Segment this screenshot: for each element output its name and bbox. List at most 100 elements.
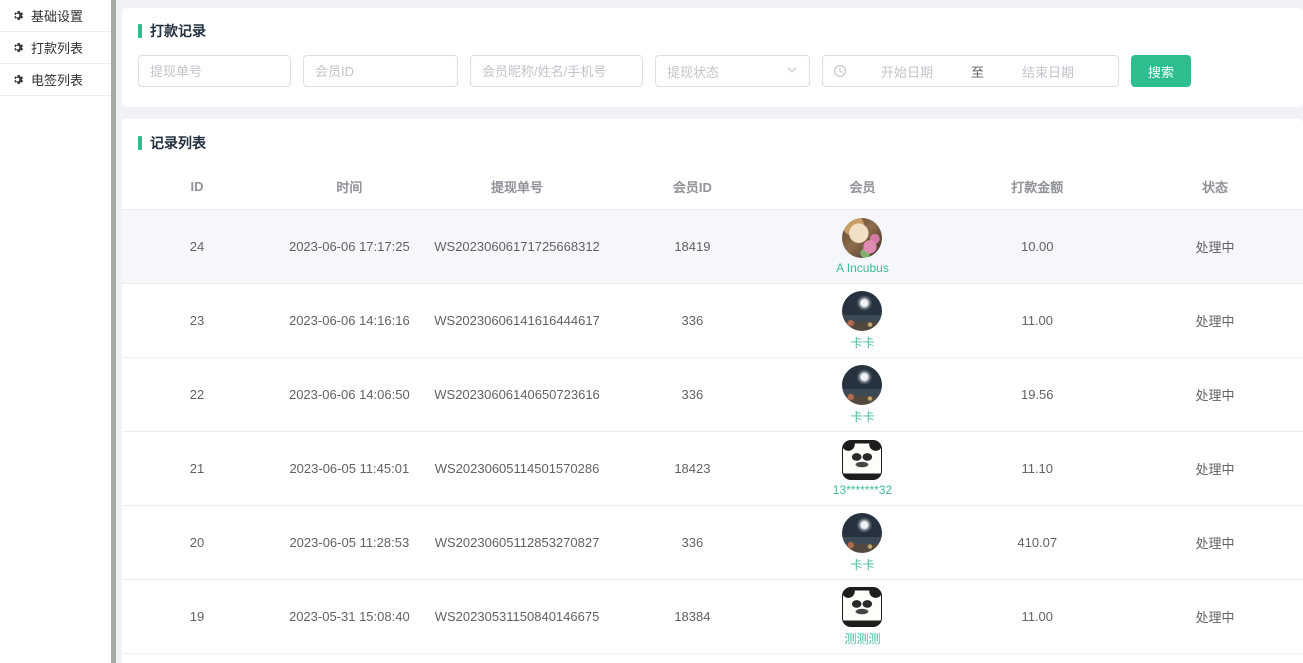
cell-status: 处理中 (1127, 358, 1303, 432)
cell-id: 21 (122, 432, 272, 506)
gear-icon (11, 73, 24, 86)
col-header-time: 时间 (272, 165, 427, 210)
sidebar-item-label: 电签列表 (31, 70, 83, 89)
member-avatar (842, 440, 882, 480)
clock-icon (833, 64, 847, 78)
cell-order-no: WS20230606171725668312 (427, 210, 608, 284)
member-name-link[interactable]: 卡卡 (850, 556, 874, 573)
col-header-status: 状态 (1127, 165, 1303, 210)
search-button[interactable]: 搜索 (1131, 55, 1191, 87)
filter-title-text: 打款记录 (150, 21, 206, 41)
end-date-placeholder[interactable]: 结束日期 (988, 62, 1108, 81)
sidebar-item-payment-list[interactable]: 打款列表 (0, 32, 111, 64)
cell-status: 处理中 (1127, 284, 1303, 358)
member-info-input[interactable] (470, 55, 643, 87)
accent-bar (138, 136, 142, 150)
table-header-row: ID 时间 提现单号 会员ID 会员 打款金额 状态 (122, 165, 1303, 210)
cell-member-id: 336 (607, 358, 777, 432)
accent-bar (138, 24, 142, 38)
sidebar-item-label: 基础设置 (31, 6, 83, 25)
cell-status: 处理中 (1127, 506, 1303, 580)
cell-amount: 10.00 (948, 210, 1128, 284)
table-row[interactable]: 242023-06-06 17:17:25WS20230606171725668… (122, 210, 1303, 284)
table-row[interactable]: 212023-06-05 11:45:01WS20230605114501570… (122, 432, 1303, 506)
date-separator: 至 (967, 62, 988, 81)
cell-time: 2023-06-05 11:28:53 (272, 506, 427, 580)
cell-order-no: WS20230531150840146675 (427, 580, 608, 654)
member-name-link[interactable]: A Incubus (836, 261, 889, 275)
cell-order-no: WS20230606140650723616 (427, 358, 608, 432)
sidebar: 基础设置 打款列表 电签列表 (0, 0, 111, 663)
records-title-text: 记录列表 (150, 133, 206, 153)
col-header-member-id: 会员ID (607, 165, 777, 210)
cell-member: 测测测 (777, 580, 947, 654)
gear-icon (11, 9, 24, 22)
withdraw-order-no-input[interactable] (138, 55, 291, 87)
cell-id: 22 (122, 358, 272, 432)
cell-member-id: 18423 (607, 432, 777, 506)
cell-amount: 11.10 (948, 432, 1128, 506)
cell-amount: 11.00 (948, 284, 1128, 358)
cell-time: 2023-06-06 17:17:25 (272, 210, 427, 284)
member-avatar (842, 218, 882, 258)
member-name-link[interactable]: 13*******32 (833, 483, 892, 497)
cell-member: 卡卡 (777, 284, 947, 358)
cell-time: 2023-06-06 14:16:16 (272, 284, 427, 358)
record-table-body: 242023-06-06 17:17:25WS20230606171725668… (122, 210, 1303, 654)
filter-row: 提现状态 开始日期 至 结束日期 搜索 (138, 55, 1287, 87)
cell-order-no: WS20230605114501570286 (427, 432, 608, 506)
member-avatar (842, 587, 882, 627)
member-name-link[interactable]: 卡卡 (850, 408, 874, 425)
app: 基础设置 打款列表 电签列表 打款记录 (0, 0, 1303, 663)
cell-time: 2023-06-05 11:45:01 (272, 432, 427, 506)
table-row[interactable]: 202023-06-05 11:28:53WS20230605112853270… (122, 506, 1303, 580)
cell-time: 2023-06-06 14:06:50 (272, 358, 427, 432)
member-name-link[interactable]: 卡卡 (850, 334, 874, 351)
cell-id: 19 (122, 580, 272, 654)
withdraw-status-placeholder: 提现状态 (667, 62, 719, 81)
member-id-input[interactable] (303, 55, 458, 87)
member-avatar (842, 513, 882, 553)
cell-member: 13*******32 (777, 432, 947, 506)
col-header-member: 会员 (777, 165, 947, 210)
cell-member-id: 18419 (607, 210, 777, 284)
cell-amount: 11.00 (948, 580, 1128, 654)
gear-icon (11, 41, 24, 54)
records-card: 记录列表 ID 时间 提现单号 会员ID 会员 打款金额 状态 (122, 119, 1303, 663)
filter-section-title: 打款记录 (138, 21, 1287, 41)
cell-order-no: WS20230606141616444617 (427, 284, 608, 358)
cell-member: 卡卡 (777, 358, 947, 432)
chevron-down-icon (786, 64, 798, 79)
sidebar-item-basic-settings[interactable]: 基础设置 (0, 0, 111, 32)
col-header-amount: 打款金额 (948, 165, 1128, 210)
pagination: 1 2 (122, 654, 1303, 663)
sidebar-item-esign-list[interactable]: 电签列表 (0, 64, 111, 96)
cell-member-id: 18384 (607, 580, 777, 654)
member-name-link[interactable]: 测测测 (844, 630, 880, 647)
cell-member-id: 336 (607, 284, 777, 358)
cell-member-id: 336 (607, 506, 777, 580)
start-date-placeholder[interactable]: 开始日期 (847, 62, 967, 81)
table-row[interactable]: 232023-06-06 14:16:16WS20230606141616444… (122, 284, 1303, 358)
table-row[interactable]: 222023-06-06 14:06:50WS20230606140650723… (122, 358, 1303, 432)
member-avatar (842, 365, 882, 405)
cell-amount: 410.07 (948, 506, 1128, 580)
cell-time: 2023-05-31 15:08:40 (272, 580, 427, 654)
sidebar-item-label: 打款列表 (31, 38, 83, 57)
records-section-title: 记录列表 (122, 133, 1303, 153)
main-content: 打款记录 提现状态 开始日期 至 结束日期 (116, 0, 1303, 663)
withdraw-status-select[interactable]: 提现状态 (655, 55, 810, 87)
cell-amount: 19.56 (948, 358, 1128, 432)
filter-card: 打款记录 提现状态 开始日期 至 结束日期 (122, 8, 1303, 107)
cell-status: 处理中 (1127, 432, 1303, 506)
cell-status: 处理中 (1127, 210, 1303, 284)
cell-member: 卡卡 (777, 506, 947, 580)
records-table: ID 时间 提现单号 会员ID 会员 打款金额 状态 242023-06-06 … (122, 165, 1303, 654)
cell-status: 处理中 (1127, 580, 1303, 654)
cell-id: 20 (122, 506, 272, 580)
cell-order-no: WS20230605112853270827 (427, 506, 608, 580)
cell-id: 23 (122, 284, 272, 358)
table-row[interactable]: 192023-05-31 15:08:40WS20230531150840146… (122, 580, 1303, 654)
cell-id: 24 (122, 210, 272, 284)
date-range-picker[interactable]: 开始日期 至 结束日期 (822, 55, 1119, 87)
